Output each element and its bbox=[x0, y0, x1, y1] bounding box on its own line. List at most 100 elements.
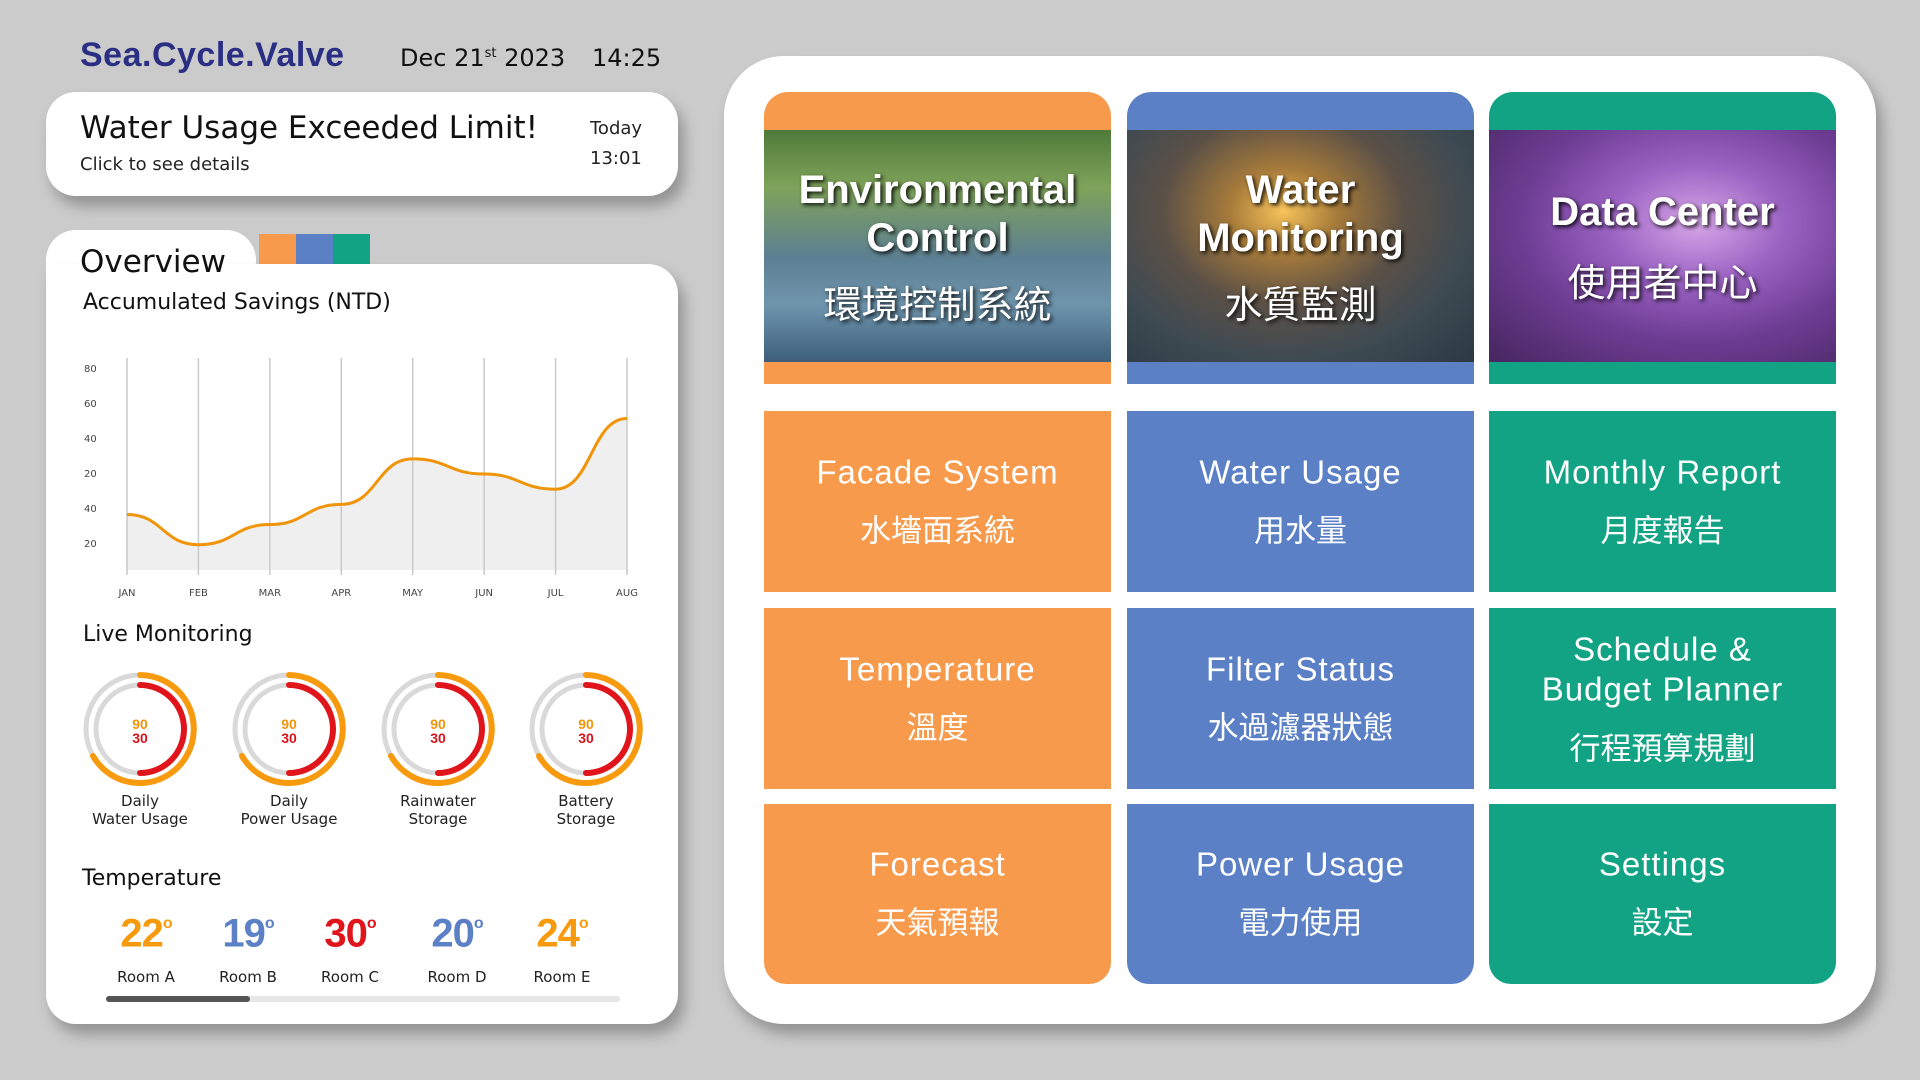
temperature-label: Temperature bbox=[82, 866, 222, 891]
gauge[interactable]: 90 30 Rainwater Storage bbox=[378, 670, 498, 828]
room-label: Room B bbox=[219, 968, 277, 987]
overview-title: Overview bbox=[80, 244, 226, 280]
hero-title-zh: 使用者中心 bbox=[1567, 261, 1758, 305]
current-time: 14:25 bbox=[592, 44, 662, 72]
x-tick-label: JAN bbox=[117, 588, 135, 599]
x-tick-label: JUL bbox=[547, 588, 564, 599]
top-bar: Sea.Cycle.Valve Dec 21st 2023 14:25 bbox=[80, 34, 680, 84]
temperature-item[interactable]: 22o Room A bbox=[96, 905, 196, 986]
tile-title-zh: 天氣預報 bbox=[875, 905, 1000, 942]
x-tick-label: FEB bbox=[189, 588, 208, 599]
temperature-value: 24o bbox=[536, 911, 588, 956]
menu-tile[interactable]: Facade System 水墻面系統 bbox=[764, 411, 1111, 592]
menu-tile[interactable]: Schedule & Budget Planner 行程預算規劃 bbox=[1489, 608, 1836, 789]
swatch-green bbox=[333, 234, 370, 264]
alert-details-link[interactable]: Click to see details bbox=[80, 154, 250, 175]
hero-card[interactable]: Water Monitoring 水質監測 bbox=[1127, 92, 1474, 384]
tile-title-en: Temperature bbox=[839, 650, 1036, 687]
y-tick-label: 60 bbox=[84, 399, 97, 410]
temperature-scrollbar[interactable] bbox=[106, 996, 620, 1002]
gauge[interactable]: 90 30 Daily Power Usage bbox=[229, 670, 349, 828]
temperature-item[interactable]: 19o Room B bbox=[198, 905, 298, 986]
gauge-label: Rainwater Storage bbox=[400, 792, 476, 828]
room-label: Room E bbox=[533, 968, 591, 987]
temperature-value: 19o bbox=[222, 911, 274, 956]
room-label: Room A bbox=[117, 968, 175, 987]
tile-title-zh: 水墻面系統 bbox=[860, 513, 1015, 549]
tile-title-zh: 月度報告 bbox=[1600, 513, 1725, 549]
tile-title-zh: 水過濾器狀態 bbox=[1207, 710, 1394, 746]
temperature-item[interactable]: 30o Room C bbox=[300, 905, 400, 986]
savings-chart: 80 60 40 20 40 20 JAN FEB MAR APR MAY JUN JUL AUG bbox=[84, 358, 638, 599]
tile-title-zh: 行程預算規劃 bbox=[1569, 731, 1756, 767]
tile-title-en: Facade System bbox=[816, 453, 1059, 490]
live-monitoring-label: Live Monitoring bbox=[83, 622, 253, 647]
menu-tile[interactable]: Forecast 天氣預報 bbox=[764, 804, 1111, 984]
gauge-group: 90 30 Daily Water Usage 90 30 Daily Power … bbox=[80, 670, 660, 840]
tile-title-en: Water Usage bbox=[1199, 453, 1402, 490]
menu-tile[interactable]: Monthly Report 月度報告 bbox=[1489, 411, 1836, 592]
alert-title: Water Usage Exceeded Limit! bbox=[80, 110, 539, 146]
tile-title-en: Forecast bbox=[869, 845, 1006, 883]
y-tick-label: 40 bbox=[84, 434, 97, 445]
hero-card[interactable]: Environmental Control 環境控制系統 bbox=[764, 92, 1111, 384]
gauge-value-bottom: 30 bbox=[132, 730, 148, 746]
y-tick-label: 20 bbox=[84, 539, 97, 550]
hero-title-zh: 環境控制系統 bbox=[823, 283, 1052, 327]
room-label: Room D bbox=[427, 968, 487, 987]
hero-title-en: Data Center bbox=[1550, 190, 1775, 234]
tile-title-en: Filter Status bbox=[1205, 650, 1396, 687]
hero-card[interactable]: Data Center 使用者中心 bbox=[1489, 92, 1836, 384]
gauge[interactable]: 90 30 Daily Water Usage bbox=[80, 670, 200, 828]
temperature-value: 22o bbox=[120, 911, 172, 956]
temperature-item[interactable]: 24o Room E bbox=[512, 905, 612, 986]
gauge-label: Daily Water Usage bbox=[92, 792, 188, 828]
hero-title-en: Environmental Control bbox=[798, 168, 1077, 260]
x-tick-label: AUG bbox=[616, 588, 638, 599]
x-tick-label: MAR bbox=[259, 588, 281, 599]
alert-notification[interactable]: Water Usage Exceeded Limit! Click to see… bbox=[46, 92, 678, 196]
alert-time: 13:01 bbox=[590, 148, 642, 169]
tile-title-zh: 電力使用 bbox=[1238, 905, 1363, 942]
hero-title-en: Water Monitoring bbox=[1197, 168, 1404, 260]
brand-logo: Sea.Cycle.Valve bbox=[80, 36, 345, 74]
x-tick-label: JUN bbox=[474, 588, 493, 599]
alert-day: Today bbox=[590, 118, 643, 139]
tile-title-en: Power Usage bbox=[1195, 845, 1406, 883]
x-tick-label: APR bbox=[331, 588, 351, 599]
hero-title-zh: 水質監測 bbox=[1224, 283, 1377, 327]
savings-chart-label: Accumulated Savings (NTD) bbox=[83, 290, 391, 315]
y-tick-label: 20 bbox=[84, 469, 97, 480]
tile-title-zh: 設定 bbox=[1631, 905, 1694, 942]
gauge-value-bottom: 30 bbox=[578, 730, 594, 746]
menu-tile[interactable]: Temperature 溫度 bbox=[764, 608, 1111, 789]
gauge-value-bottom: 30 bbox=[281, 730, 297, 746]
data-hand-photo bbox=[1489, 130, 1836, 362]
gauge-label: Daily Power Usage bbox=[240, 792, 338, 828]
temperature-list[interactable]: 22o Room A 19o Room B 30o Room C 20o Room D… bbox=[80, 905, 640, 986]
x-tick-label: MAY bbox=[402, 588, 424, 599]
temperature-item[interactable]: 20o Room D bbox=[407, 905, 507, 986]
gauge-value-bottom: 30 bbox=[430, 730, 446, 746]
tile-title-zh: 用水量 bbox=[1254, 513, 1347, 549]
temperature-value: 30o bbox=[324, 911, 376, 956]
scrollbar-thumb[interactable] bbox=[106, 996, 250, 1002]
swatch-orange bbox=[259, 234, 296, 264]
current-date: Dec 21st 2023 bbox=[400, 44, 566, 72]
y-tick-label: 80 bbox=[84, 364, 97, 375]
tile-title-en: Settings bbox=[1598, 845, 1727, 883]
swatch-blue bbox=[296, 234, 333, 264]
menu-tile[interactable]: Water Usage 用水量 bbox=[1127, 411, 1474, 592]
tile-title-en: Schedule & Budget Planner bbox=[1541, 630, 1784, 707]
temperature-value: 20o bbox=[431, 911, 483, 956]
room-label: Room C bbox=[321, 968, 379, 987]
tile-title-en: Monthly Report bbox=[1543, 453, 1782, 490]
savings-area bbox=[127, 418, 627, 570]
menu-tile[interactable]: Power Usage 電力使用 bbox=[1127, 804, 1474, 984]
color-legend bbox=[259, 234, 370, 264]
gauge[interactable]: 90 30 Battery Storage bbox=[526, 670, 646, 828]
menu-tile[interactable]: Settings 設定 bbox=[1489, 804, 1836, 984]
y-tick-label: 40 bbox=[84, 504, 97, 515]
menu-tile[interactable]: Filter Status 水過濾器狀態 bbox=[1127, 608, 1474, 789]
gauge-label: Battery Storage bbox=[556, 792, 616, 828]
